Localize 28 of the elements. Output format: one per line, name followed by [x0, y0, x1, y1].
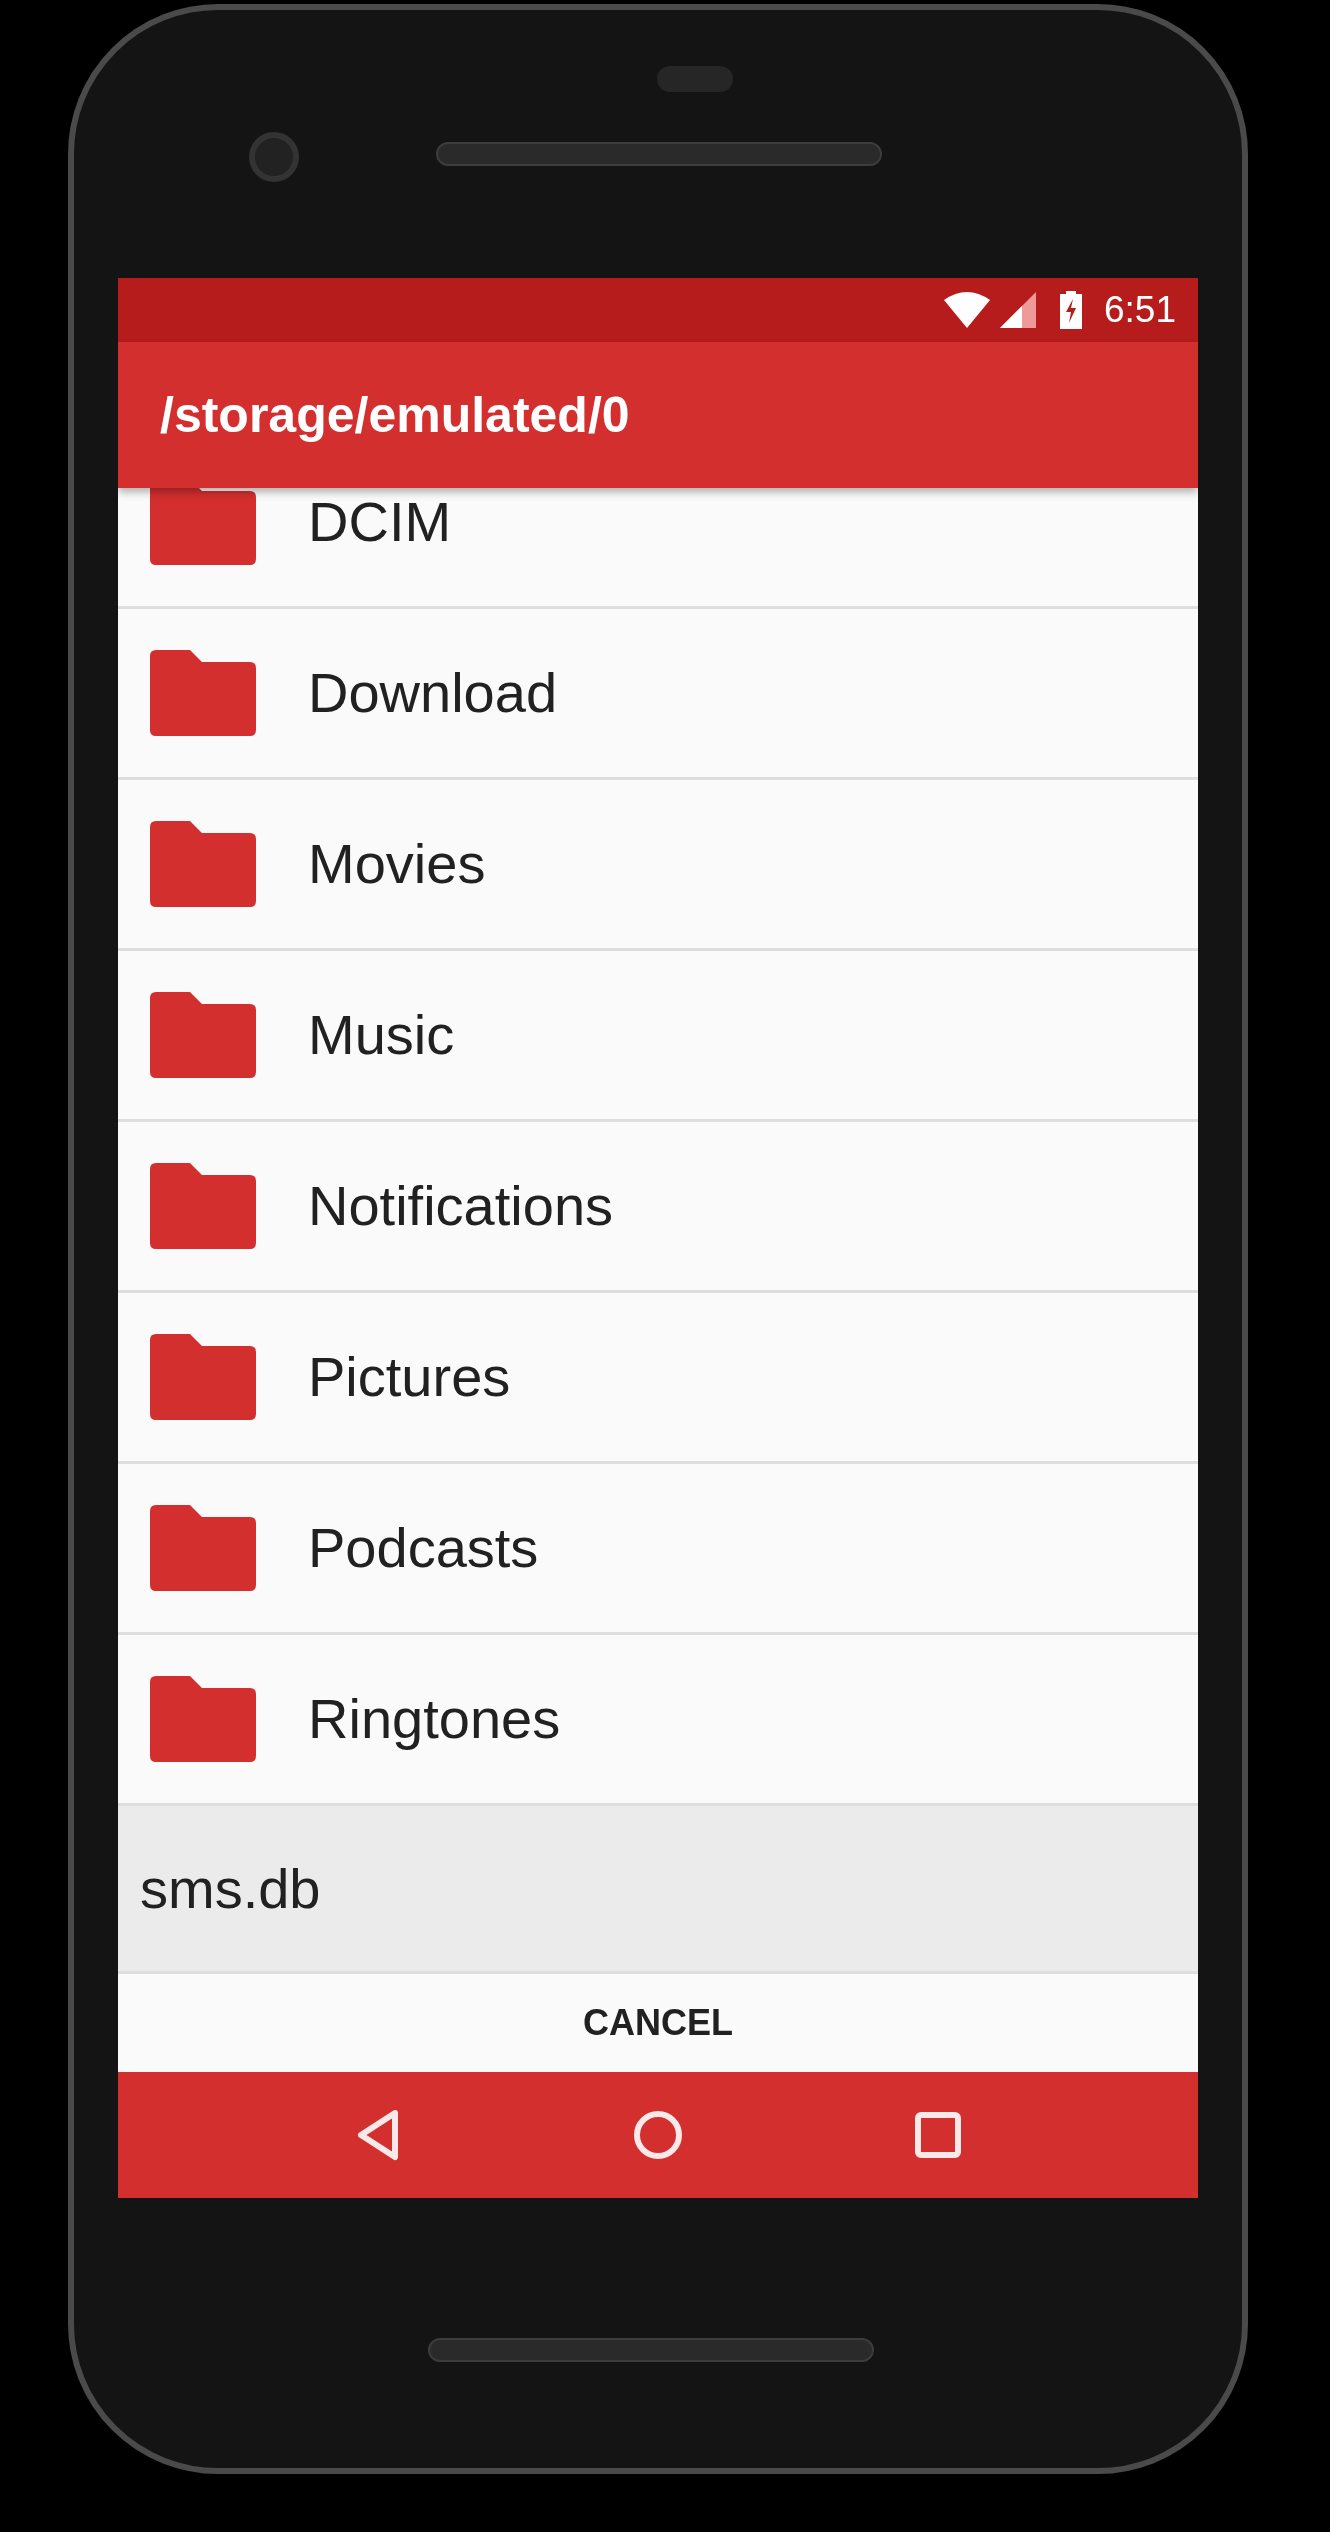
battery-charging-icon: [1060, 291, 1082, 329]
status-time: 6:51: [1104, 288, 1176, 333]
home-icon[interactable]: [633, 2110, 683, 2160]
file-name: Music: [308, 1002, 455, 1068]
folder-icon: [150, 1676, 256, 1762]
file-name: Movies: [308, 831, 486, 897]
folder-icon: [150, 650, 256, 736]
file-list-item[interactable]: DCIM: [118, 488, 1198, 609]
cancel-button[interactable]: CANCEL: [563, 1986, 753, 2060]
folder-icon: [150, 992, 256, 1078]
wifi-icon: [944, 292, 990, 328]
file-name: Notifications: [308, 1173, 614, 1239]
back-icon[interactable]: [355, 2109, 401, 2161]
folder-icon: [150, 1505, 256, 1591]
folder-icon: [150, 1163, 256, 1249]
file-name: Pictures: [308, 1344, 511, 1410]
file-name: Ringtones: [308, 1686, 561, 1752]
file-name: sms.db: [140, 1855, 321, 1922]
file-name: Podcasts: [308, 1515, 539, 1581]
folder-icon: [150, 1334, 256, 1420]
file-list-item[interactable]: sms.db: [118, 1806, 1198, 1974]
folder-icon: [150, 821, 256, 907]
file-name: DCIM: [308, 489, 452, 555]
signal-icon: [1000, 292, 1036, 328]
app-bar-title: /storage/emulated/0: [160, 385, 630, 445]
file-name: Download: [308, 660, 558, 726]
camera-lens: [249, 132, 299, 182]
recents-icon[interactable]: [915, 2112, 961, 2158]
